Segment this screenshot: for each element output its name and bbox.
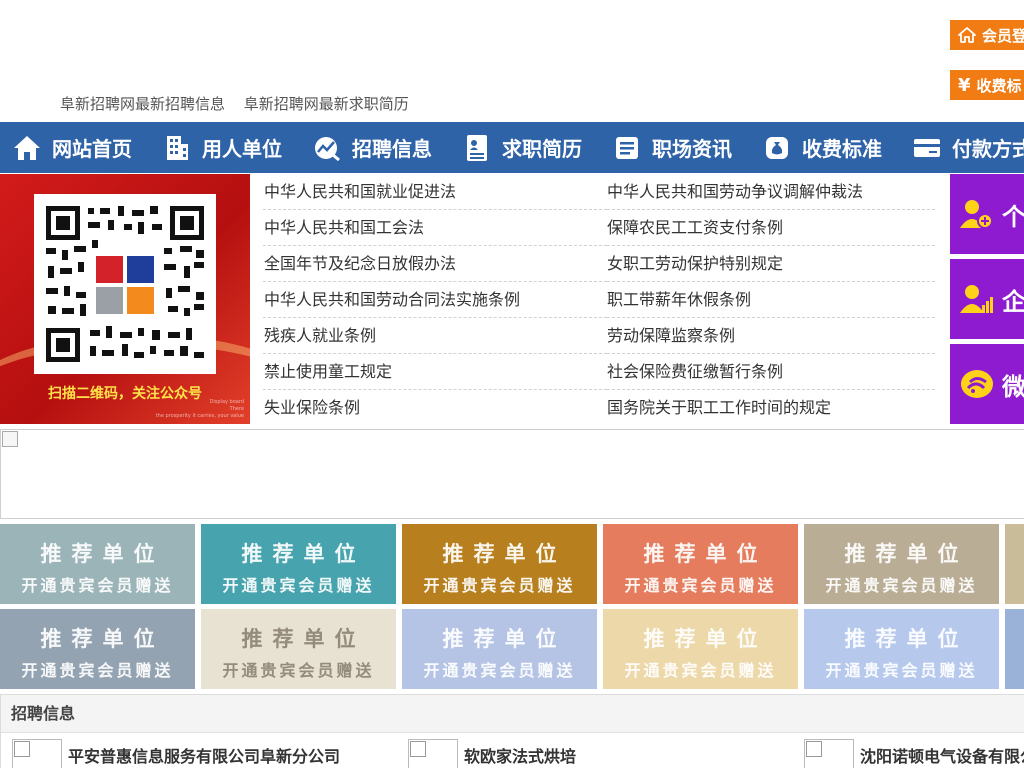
law-link[interactable]: 国务院关于职工工作时间的规定 bbox=[607, 390, 935, 426]
recommend-tile[interactable]: 推荐单位 开通贵宾会员赠送 bbox=[201, 524, 396, 604]
nav-news[interactable]: 职场资讯 bbox=[600, 122, 750, 173]
list-item: 中华人民共和国工会法 保障农民工工资支付条例 bbox=[263, 210, 935, 246]
law-link[interactable]: 中华人民共和国劳动合同法实施条例 bbox=[263, 282, 607, 318]
latest-resumes-link[interactable]: 阜新招聘网最新求职简历 bbox=[244, 95, 409, 113]
wechat-label: 微 bbox=[1002, 372, 1024, 401]
job-item[interactable]: 软欧家法式烘培 bbox=[408, 739, 576, 768]
fee-standard-label: 收费标 bbox=[976, 76, 1022, 95]
list-item: 全国年节及纪念日放假办法 女职工劳动保护特别规定 bbox=[263, 246, 935, 282]
list-item: 中华人民共和国劳动合同法实施条例 职工带薪年休假条例 bbox=[263, 282, 935, 318]
recommend-tile[interactable]: 推荐单位 开通贵宾会员赠送 bbox=[804, 524, 999, 604]
nav-label: 付款方式 bbox=[952, 137, 1024, 161]
law-link[interactable]: 劳动保障监察条例 bbox=[607, 318, 935, 354]
card-icon bbox=[912, 133, 942, 163]
list-item: 残疾人就业条例 劳动保障监察条例 bbox=[263, 318, 935, 354]
building-icon bbox=[162, 133, 192, 163]
recommend-tile[interactable] bbox=[1005, 524, 1024, 604]
company-logo[interactable] bbox=[804, 739, 854, 768]
nav-label: 招聘信息 bbox=[352, 137, 432, 161]
list-item: 禁止使用童工规定 社会保险费征缴暂行条例 bbox=[263, 354, 935, 390]
law-link[interactable]: 中华人民共和国就业促进法 bbox=[263, 174, 607, 210]
user-chart-icon bbox=[960, 283, 994, 315]
company-name[interactable]: 软欧家法式烘培 bbox=[464, 743, 576, 767]
enterprise-label: 企 bbox=[1002, 287, 1024, 316]
company-name[interactable]: 沈阳诺顿电气设备有限公司 bbox=[860, 743, 1024, 767]
home-icon bbox=[12, 133, 42, 163]
add-user-icon bbox=[960, 198, 994, 230]
home-icon bbox=[958, 27, 976, 43]
ad-banner[interactable] bbox=[0, 429, 1024, 519]
nav-resumes[interactable]: 求职简历 bbox=[450, 122, 600, 173]
recommend-tile[interactable]: 推荐单位 开通贵宾会员赠送 bbox=[402, 609, 597, 689]
nav-home[interactable]: 网站首页 bbox=[0, 122, 150, 173]
signal-icon bbox=[960, 368, 994, 400]
money-bag-icon bbox=[762, 133, 792, 163]
recommend-tile[interactable]: 推荐单位 开通贵宾会员赠送 bbox=[0, 609, 195, 689]
yen-icon: ¥ bbox=[958, 74, 971, 96]
recommend-tile[interactable] bbox=[1005, 609, 1024, 689]
nav-employers[interactable]: 用人单位 bbox=[150, 122, 300, 173]
nav-payment[interactable]: 付款方式 bbox=[900, 122, 1024, 173]
law-link[interactable]: 保障农民工工资支付条例 bbox=[607, 210, 935, 246]
recommend-tile[interactable]: 推荐单位 开通贵宾会员赠送 bbox=[603, 609, 798, 689]
recommend-tile[interactable]: 推荐单位 开通贵宾会员赠送 bbox=[0, 524, 195, 604]
nav-label: 职场资讯 bbox=[652, 137, 732, 161]
law-link[interactable]: 禁止使用童工规定 bbox=[263, 354, 607, 390]
jobs-section-title: 招聘信息 bbox=[1, 695, 1024, 733]
nav-jobs[interactable]: 招聘信息 bbox=[300, 122, 450, 173]
law-link[interactable]: 中华人民共和国工会法 bbox=[263, 210, 607, 246]
broken-image-icon bbox=[2, 431, 18, 447]
chart-icon bbox=[312, 133, 342, 163]
latest-jobs-link[interactable]: 阜新招聘网最新招聘信息 bbox=[60, 95, 225, 113]
news-icon bbox=[612, 133, 642, 163]
jobs-section: 招聘信息 平安普惠信息服务有限公司阜新分公司 软欧家法式烘培 沈阳诺顿电气设备有… bbox=[0, 694, 1024, 768]
resume-icon bbox=[462, 133, 492, 163]
wechat-entry-button[interactable]: 微 bbox=[950, 344, 1024, 424]
company-logo[interactable] bbox=[12, 739, 62, 768]
recommend-tile[interactable]: 推荐单位 开通贵宾会员赠送 bbox=[804, 609, 999, 689]
member-login-button[interactable]: 会员登 bbox=[950, 20, 1024, 50]
main-nav: 网站首页 用人单位 招聘信息 求职简历 职场资讯 收费标准 付款方式 bbox=[0, 122, 1024, 173]
list-item: 中华人民共和国就业促进法 中华人民共和国劳动争议调解仲裁法 bbox=[263, 174, 935, 210]
law-list: 中华人民共和国就业促进法 中华人民共和国劳动争议调解仲裁法 中华人民共和国工会法… bbox=[263, 174, 935, 426]
recommend-tile[interactable]: 推荐单位 开通贵宾会员赠送 bbox=[603, 524, 798, 604]
company-logo[interactable] bbox=[408, 739, 458, 768]
nav-label: 网站首页 bbox=[52, 137, 132, 161]
law-link[interactable]: 残疾人就业条例 bbox=[263, 318, 607, 354]
job-item[interactable]: 平安普惠信息服务有限公司阜新分公司 bbox=[12, 739, 340, 768]
company-name[interactable]: 平安普惠信息服务有限公司阜新分公司 bbox=[68, 743, 340, 767]
job-item[interactable]: 沈阳诺顿电气设备有限公司 bbox=[804, 739, 1024, 768]
nav-label: 用人单位 bbox=[202, 137, 282, 161]
personal-label: 个 bbox=[1002, 202, 1024, 231]
recommend-tile[interactable]: 推荐单位 开通贵宾会员赠送 bbox=[201, 609, 396, 689]
personal-entry-button[interactable]: 个 bbox=[950, 174, 1024, 254]
enterprise-entry-button[interactable]: 企 bbox=[950, 259, 1024, 339]
law-link[interactable]: 中华人民共和国劳动争议调解仲裁法 bbox=[607, 174, 935, 210]
law-link[interactable]: 社会保险费征缴暂行条例 bbox=[607, 354, 935, 390]
law-link[interactable]: 职工带薪年休假条例 bbox=[607, 282, 935, 318]
law-link[interactable]: 失业保险条例 bbox=[263, 390, 607, 426]
member-login-label: 会员登 bbox=[982, 26, 1024, 45]
fee-standard-button[interactable]: ¥ 收费标 bbox=[950, 70, 1024, 100]
qr-code bbox=[34, 194, 216, 374]
nav-fees[interactable]: 收费标准 bbox=[750, 122, 900, 173]
list-item: 失业保险条例 国务院关于职工工作时间的规定 bbox=[263, 390, 935, 426]
nav-label: 收费标准 bbox=[802, 137, 882, 161]
qr-banner: 扫描二维码，关注公众号 Display board There the pros… bbox=[0, 174, 250, 424]
nav-label: 求职简历 bbox=[502, 137, 582, 161]
recommend-tile[interactable]: 推荐单位 开通贵宾会员赠送 bbox=[402, 524, 597, 604]
top-links: 阜新招聘网最新招聘信息 阜新招聘网最新求职简历 bbox=[60, 93, 423, 114]
banner-small-text: Display board There the prosperity it ca… bbox=[155, 399, 244, 419]
law-link[interactable]: 全国年节及纪念日放假办法 bbox=[263, 246, 607, 282]
law-link[interactable]: 女职工劳动保护特别规定 bbox=[607, 246, 935, 282]
